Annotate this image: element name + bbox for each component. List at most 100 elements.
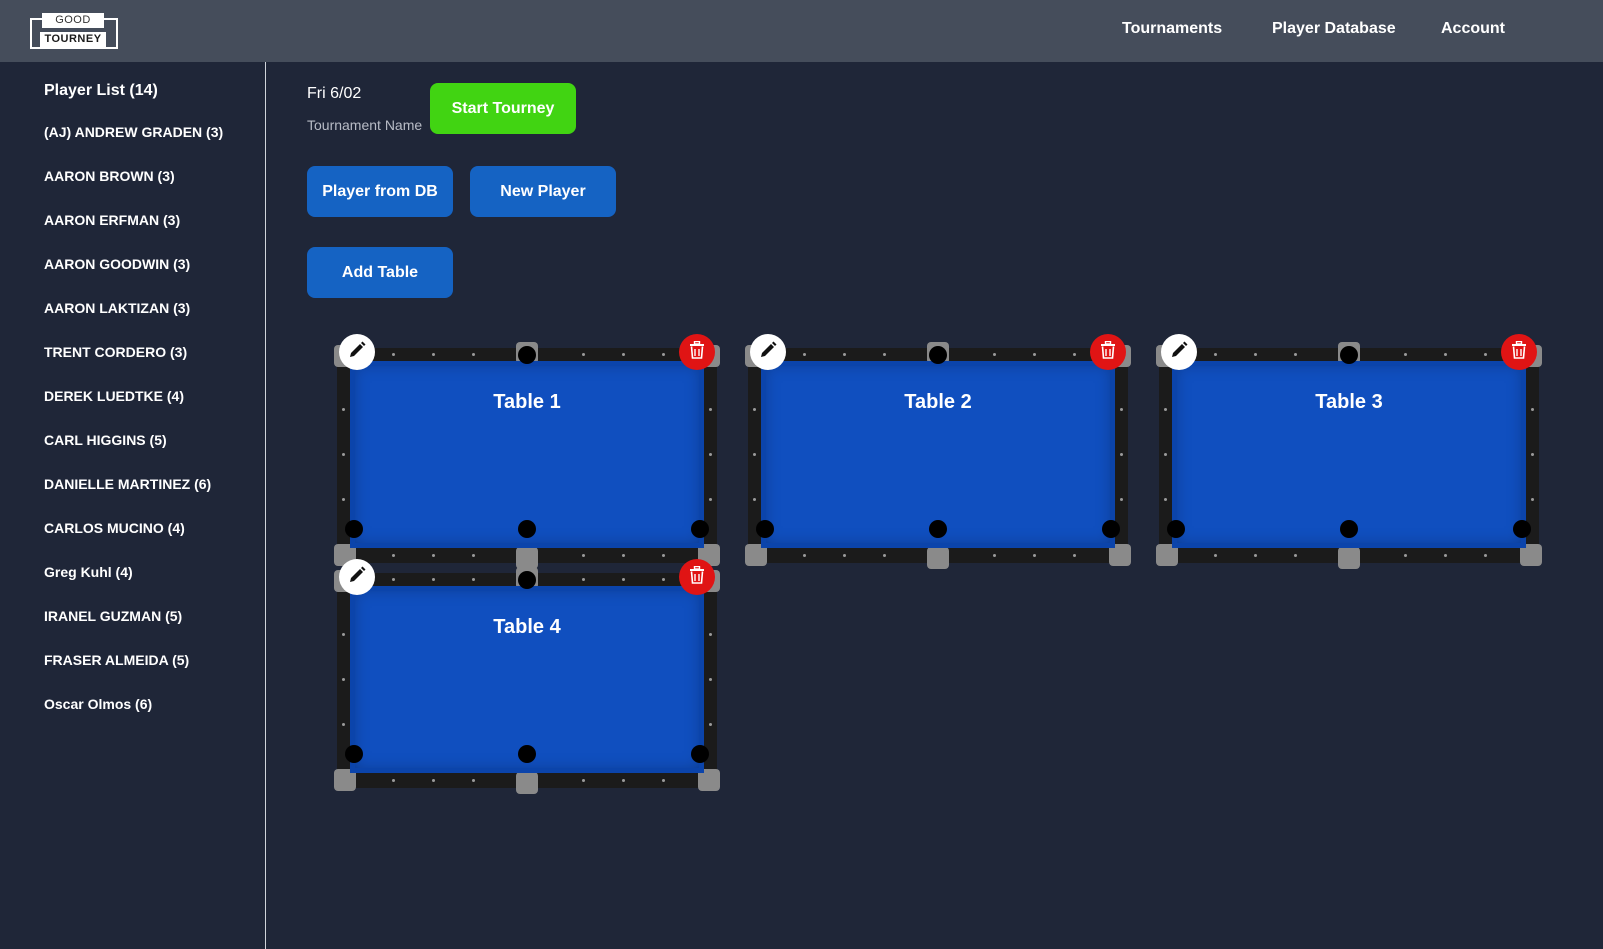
rail-diamond — [883, 353, 886, 356]
player-list-item[interactable]: TRENT CORDERO (3) — [44, 344, 223, 388]
nav-account[interactable]: Account — [1441, 0, 1505, 62]
table-pocket — [1167, 520, 1185, 538]
pool-table[interactable]: Table 4 — [334, 559, 720, 794]
player-list-item[interactable]: DANIELLE MARTINEZ (6) — [44, 476, 223, 520]
table-title: Table 4 — [493, 616, 561, 638]
rail-diamond — [1120, 453, 1123, 456]
rail-diamond — [1531, 453, 1534, 456]
nav-player-database[interactable]: Player Database — [1272, 0, 1396, 62]
pool-table[interactable]: Table 1 — [334, 334, 720, 569]
table-pocket — [1340, 346, 1358, 364]
player-list-item[interactable]: AARON LAKTIZAN (3) — [44, 300, 223, 344]
new-player-button[interactable]: New Player — [470, 166, 616, 217]
rail-diamond — [392, 779, 395, 782]
start-tourney-button[interactable]: Start Tourney — [430, 83, 576, 134]
table-pocket — [518, 346, 536, 364]
rail-diamond — [582, 554, 585, 557]
rail-diamond — [993, 353, 996, 356]
rail-diamond — [622, 578, 625, 581]
rail-diamond — [342, 498, 345, 501]
delete-table-button[interactable] — [679, 334, 715, 370]
rail-diamond — [342, 633, 345, 636]
rail-diamond — [709, 408, 712, 411]
rail-diamond — [1073, 554, 1076, 557]
edit-table-button[interactable] — [1161, 334, 1197, 370]
add-table-button[interactable]: Add Table — [307, 247, 453, 298]
table-pocket — [518, 571, 536, 589]
logo-text-good: GOOD — [42, 13, 104, 28]
good-tourney-logo[interactable]: GOOD TOURNEY — [30, 13, 118, 49]
rail-diamond — [1444, 554, 1447, 557]
rail-diamond — [342, 408, 345, 411]
rail-diamond — [709, 723, 712, 726]
player-list-item[interactable]: AARON BROWN (3) — [44, 168, 223, 212]
edit-table-button[interactable] — [750, 334, 786, 370]
player-from-db-button[interactable]: Player from DB — [307, 166, 453, 217]
player-list-sidebar: Player List (14) (AJ) ANDREW GRADEN (3) … — [0, 62, 266, 949]
player-list-item[interactable]: CARL HIGGINS (5) — [44, 432, 223, 476]
rail-diamond — [392, 353, 395, 356]
pocket-holder — [1338, 547, 1360, 569]
rail-diamond — [843, 353, 846, 356]
player-list-item[interactable]: CARLOS MUCINO (4) — [44, 520, 223, 564]
rail-diamond — [622, 779, 625, 782]
rail-diamond — [1294, 353, 1297, 356]
edit-table-button[interactable] — [339, 559, 375, 595]
delete-table-button[interactable] — [1090, 334, 1126, 370]
table-pocket — [756, 520, 774, 538]
tournament-name[interactable]: Fri 6/02 — [307, 85, 361, 103]
rail-diamond — [472, 554, 475, 557]
top-navigation-bar: GOOD TOURNEY Tournaments Player Database… — [0, 0, 1603, 62]
rail-diamond — [342, 453, 345, 456]
player-list-item[interactable]: DEREK LUEDTKE (4) — [44, 388, 223, 432]
logo-text-tourney: TOURNEY — [40, 32, 106, 47]
pool-table[interactable]: Table 3 — [1156, 334, 1542, 569]
pencil-icon — [347, 340, 367, 365]
player-list-item[interactable]: Greg Kuhl (4) — [44, 564, 223, 608]
delete-table-button[interactable] — [1501, 334, 1537, 370]
rail-diamond — [662, 779, 665, 782]
rail-diamond — [1214, 353, 1217, 356]
rail-diamond — [709, 498, 712, 501]
rail-diamond — [622, 554, 625, 557]
delete-table-button[interactable] — [679, 559, 715, 595]
rail-diamond — [1531, 498, 1534, 501]
rail-diamond — [993, 554, 996, 557]
rail-diamond — [1484, 353, 1487, 356]
player-list-item[interactable]: AARON GOODWIN (3) — [44, 256, 223, 300]
rail-diamond — [753, 453, 756, 456]
rail-diamond — [622, 353, 625, 356]
rail-diamond — [1073, 353, 1076, 356]
rail-diamond — [1164, 498, 1167, 501]
rail-diamond — [1033, 353, 1036, 356]
pocket-holder — [516, 772, 538, 794]
pencil-icon — [758, 340, 778, 365]
player-list-item[interactable]: IRANEL GUZMAN (5) — [44, 608, 223, 652]
rail-diamond — [1033, 554, 1036, 557]
player-list-item[interactable]: FRASER ALMEIDA (5) — [44, 652, 223, 696]
rail-diamond — [432, 353, 435, 356]
rail-diamond — [843, 554, 846, 557]
table-pocket — [1340, 520, 1358, 538]
rail-diamond — [1254, 353, 1257, 356]
table-pocket — [518, 745, 536, 763]
rail-diamond — [472, 578, 475, 581]
rail-diamond — [662, 554, 665, 557]
rail-diamond — [582, 578, 585, 581]
table-pocket — [1102, 520, 1120, 538]
nav-tournaments[interactable]: Tournaments — [1122, 0, 1222, 62]
rail-diamond — [1120, 498, 1123, 501]
player-list-item[interactable]: Oscar Olmos (6) — [44, 696, 223, 740]
edit-table-button[interactable] — [339, 334, 375, 370]
rail-diamond — [1404, 353, 1407, 356]
table-pocket — [518, 520, 536, 538]
rail-diamond — [662, 353, 665, 356]
player-list-title: Player List (14) — [44, 82, 158, 99]
player-list-item[interactable]: AARON ERFMAN (3) — [44, 212, 223, 256]
trash-icon — [1511, 340, 1527, 364]
rail-diamond — [342, 723, 345, 726]
player-list-item[interactable]: (AJ) ANDREW GRADEN (3) — [44, 124, 223, 168]
pool-table[interactable]: Table 2 — [745, 334, 1131, 569]
rail-diamond — [1164, 408, 1167, 411]
tournament-name-label: Tournament Name — [307, 117, 423, 133]
